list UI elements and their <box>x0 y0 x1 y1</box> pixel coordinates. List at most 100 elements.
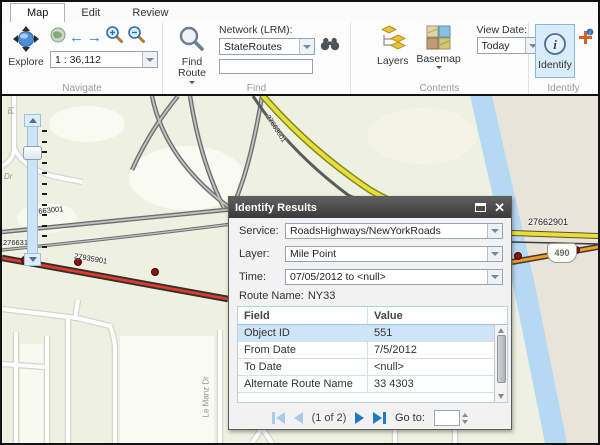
cell-value: 7/5/2012 <box>367 342 494 358</box>
column-header-value: Value <box>367 307 507 324</box>
zoom-slider-handle[interactable] <box>23 146 42 160</box>
time-dropdown-button[interactable] <box>487 270 502 284</box>
ribbon: Explore ← → <box>2 22 598 94</box>
cell-value: 551 <box>367 325 494 341</box>
route-label: 27662901 <box>528 217 568 227</box>
table-row[interactable]: Alternate Route Name 33 4303 <box>238 376 494 393</box>
service-dropdown-button[interactable] <box>487 224 502 238</box>
layers-icon <box>380 25 406 55</box>
map-canvas[interactable]: 27663001 27663101 27935901 27662901 2766… <box>2 94 598 443</box>
dialog-titlebar[interactable]: Identify Results ✕ <box>229 197 511 218</box>
layer-combobox[interactable]: Mile Point <box>285 246 503 262</box>
layers-button[interactable]: Layers <box>375 24 411 82</box>
binoculars-icon[interactable] <box>320 37 340 56</box>
app-window: Map Edit Review Explore <box>0 0 600 445</box>
dialog-title: Identify Results <box>235 202 475 214</box>
identify-button[interactable]: i Identify <box>535 24 575 78</box>
goto-label: Go to: <box>395 412 425 424</box>
page-indicator: (1 of 2) <box>312 412 347 424</box>
next-page-button[interactable] <box>355 412 364 424</box>
route-name-row: Route Name: NY33 <box>229 290 511 302</box>
column-header-field: Field <box>238 310 367 322</box>
cell-field: To Date <box>238 361 367 373</box>
forward-arrow-icon[interactable]: → <box>87 30 102 45</box>
zoom-out-icon[interactable] <box>127 25 146 49</box>
identify-route-icon[interactable]: i <box>577 28 594 82</box>
basemap-icon <box>426 25 451 53</box>
table-scrollbar[interactable] <box>494 325 507 402</box>
view-date-value: Today <box>478 40 525 52</box>
triangle-right-icon <box>373 412 382 424</box>
identify-results-dialog: Identify Results ✕ Service: RoadsHighway… <box>228 196 512 430</box>
identify-label: Identify <box>538 59 572 71</box>
scrollbar-thumb[interactable] <box>497 335 506 383</box>
chevron-down-icon <box>146 58 154 62</box>
tab-map[interactable]: Map <box>10 3 65 22</box>
scroll-down-icon[interactable] <box>498 394 504 399</box>
goto-spinner[interactable] <box>462 413 468 424</box>
layer-value: Mile Point <box>286 248 487 260</box>
group-find: Find Route Network (LRM): StateRoutes <box>163 22 351 94</box>
table-row[interactable]: To Date <null> <box>238 359 494 376</box>
service-row: Service: RoadsHighways/NewYorkRoads <box>229 223 511 239</box>
layer-row: Layer: Mile Point <box>229 246 511 262</box>
explore-button[interactable]: Explore <box>6 24 46 82</box>
zoom-slider-down-button[interactable] <box>24 253 41 266</box>
cell-value: <null> <box>367 359 494 375</box>
explore-label: Explore <box>8 57 44 68</box>
service-label: Service: <box>239 225 285 237</box>
maximize-icon[interactable] <box>475 203 486 212</box>
bar-icon <box>383 412 386 424</box>
cell-field: Object ID <box>238 327 367 339</box>
table-row-partial <box>238 393 494 403</box>
scale-combobox[interactable]: 1 : 36,112 <box>50 51 158 68</box>
table-row[interactable]: Object ID 551 <box>238 325 494 342</box>
zoom-in-icon[interactable] <box>105 25 124 49</box>
network-value: StateRoutes <box>220 41 299 53</box>
tab-review[interactable]: Review <box>116 4 184 22</box>
scroll-up-icon[interactable] <box>498 328 504 333</box>
chevron-down-icon <box>303 45 311 49</box>
group-contents: Layers Basemap View Date: <box>351 22 529 94</box>
street-label: Pl <box>7 107 16 114</box>
svg-text:i: i <box>553 37 557 52</box>
table-row[interactable]: From Date 7/5/2012 <box>238 342 494 359</box>
triangle-left-icon <box>294 412 303 424</box>
layer-dropdown-button[interactable] <box>487 247 502 261</box>
group-identify: i Identify i Identify <box>529 22 598 94</box>
back-arrow-icon[interactable]: ← <box>69 30 84 45</box>
group-label-navigate: Navigate <box>2 83 162 94</box>
last-page-button[interactable] <box>373 412 386 424</box>
find-route-label: Find Route <box>173 57 211 79</box>
full-extent-globe-icon[interactable] <box>50 27 66 48</box>
zoom-slider-up-button[interactable] <box>24 114 41 127</box>
scale-dropdown-button[interactable] <box>142 52 157 67</box>
layer-label: Layer: <box>239 248 285 260</box>
previous-page-button[interactable] <box>294 412 303 424</box>
street-label: Le Manz Dr <box>202 364 211 418</box>
spinner-down-icon <box>462 420 468 424</box>
street-label: Dr <box>4 172 12 181</box>
cell-field: Alternate Route Name <box>238 378 367 390</box>
group-label-identify: Identify <box>529 83 598 94</box>
identify-icon: i <box>543 32 567 59</box>
route-name-value: NY33 <box>308 290 336 302</box>
network-dropdown-button[interactable] <box>299 39 314 54</box>
zoom-slider-track[interactable] <box>27 116 38 266</box>
basemap-label: Basemap <box>416 54 460 65</box>
find-route-button[interactable]: Find Route <box>171 24 213 82</box>
find-route-magnifier-icon <box>178 25 206 56</box>
network-combobox[interactable]: StateRoutes <box>219 38 315 55</box>
time-combobox[interactable]: 07/05/2012 to <null> <box>285 269 503 285</box>
attribute-table: Field Value Object ID 551 From Date 7/5/… <box>237 306 508 403</box>
tab-edit[interactable]: Edit <box>65 4 116 22</box>
basemap-button[interactable]: Basemap <box>415 24 463 82</box>
close-icon[interactable]: ✕ <box>494 201 505 214</box>
first-page-button[interactable] <box>272 412 285 424</box>
service-combobox[interactable]: RoadsHighways/NewYorkRoads <box>285 223 503 239</box>
group-label-contents: Contents <box>351 83 528 94</box>
goto-page-input[interactable] <box>434 410 460 426</box>
service-value: RoadsHighways/NewYorkRoads <box>286 225 487 237</box>
spinner-up-icon <box>462 413 468 417</box>
find-route-input[interactable] <box>219 59 313 74</box>
